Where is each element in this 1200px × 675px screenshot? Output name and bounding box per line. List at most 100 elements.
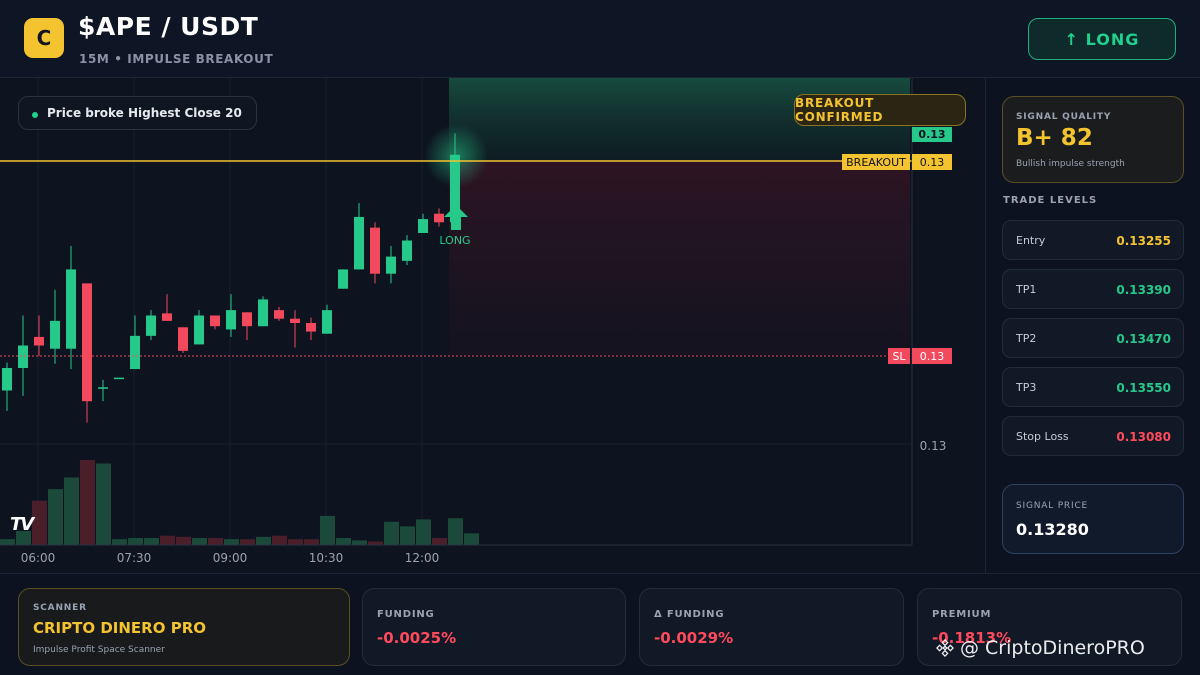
candle-body	[98, 387, 108, 389]
premium-label: PREMIUM	[932, 609, 992, 620]
funding-card: FUNDING -0.0025%	[362, 588, 626, 666]
header-bar: C $APE / USDT 15M • IMPULSE BREAKOUT ↑ L…	[0, 0, 1200, 78]
volume-bar	[128, 538, 143, 545]
sl-tag-text: SL	[892, 350, 906, 363]
bottom-stats-bar: SCANNER CRIPTO DINERO PRO Impulse Profit…	[0, 573, 1200, 675]
volume-bar	[208, 538, 223, 545]
candle-body	[178, 327, 188, 351]
candle-body	[34, 336, 44, 346]
candle-body	[18, 345, 28, 368]
candle-body	[322, 310, 332, 334]
candle-body	[434, 213, 444, 223]
level-value: 0.13255	[1116, 234, 1171, 248]
scanner-card: SCANNER CRIPTO DINERO PRO Impulse Profit…	[18, 588, 350, 666]
volume-bar	[288, 539, 303, 545]
time-tick-label: 07:30	[117, 551, 152, 565]
candle-body	[274, 310, 284, 319]
candle-body	[418, 219, 428, 233]
level-name: TP2	[1016, 332, 1037, 345]
volume-bar	[32, 500, 47, 545]
candle-body	[66, 269, 76, 349]
watermark: @ CriptoDineroPRO	[936, 637, 1145, 659]
volume-bars	[0, 460, 479, 545]
candle-body	[258, 299, 268, 327]
candle-body	[354, 216, 364, 270]
volume-bar	[352, 540, 367, 545]
volume-bar	[368, 541, 383, 545]
level-value: 0.13080	[1116, 430, 1171, 444]
tradingview-logo-icon: TV	[10, 514, 34, 535]
candlestick-chart[interactable]: LONG 0.13 BREAKOUT 0.13 SL 0.13 0.13 06:…	[0, 78, 986, 573]
scanner-name: CRIPTO DINERO PRO	[33, 619, 206, 637]
candle-body	[338, 269, 348, 289]
level-row-tp2[interactable]: TP2 0.13470	[1002, 318, 1184, 358]
level-value: 0.13470	[1116, 332, 1171, 346]
long-marker-label: LONG	[439, 234, 470, 247]
signal-quality-card: SIGNAL QUALITY B+ 82 Bullish impulse str…	[1002, 96, 1184, 183]
volume-bar	[112, 539, 127, 545]
sl-price-text: 0.13	[920, 350, 945, 363]
signal-price-card: SIGNAL PRICE 0.13280	[1002, 484, 1184, 554]
level-row-stop-loss[interactable]: Stop Loss 0.13080	[1002, 416, 1184, 456]
time-tick-label: 12:00	[405, 551, 440, 565]
risk-zone	[449, 161, 910, 356]
volume-bar	[384, 521, 399, 545]
pair-subtitle: 15M • IMPULSE BREAKOUT	[79, 52, 274, 66]
breakout-tag-text: BREAKOUT	[846, 156, 906, 169]
signal-quality-grade: B+ 82	[1016, 125, 1093, 151]
volume-bar	[400, 526, 415, 545]
time-tick-label: 10:30	[309, 551, 344, 565]
candle-body	[82, 283, 92, 402]
candle-body	[162, 313, 172, 321]
volume-bar	[224, 539, 239, 545]
scanner-label: SCANNER	[33, 603, 87, 613]
volume-bar	[320, 515, 335, 545]
volume-bar	[336, 538, 351, 545]
level-row-entry[interactable]: Entry 0.13255	[1002, 220, 1184, 260]
volume-bar	[464, 533, 479, 545]
pair-title: $APE / USDT	[78, 12, 259, 41]
long-button[interactable]: ↑ LONG	[1028, 18, 1176, 60]
brand-logo-icon: C	[24, 18, 64, 58]
volume-bar	[0, 539, 15, 545]
level-name: Entry	[1016, 234, 1046, 247]
volume-bar	[240, 539, 255, 545]
volume-bar	[64, 477, 79, 545]
candle-body	[194, 315, 204, 345]
candle-body	[290, 318, 300, 323]
volume-bar	[432, 538, 447, 545]
watermark-text: @ CriptoDineroPRO	[960, 637, 1145, 659]
candle-body	[306, 323, 316, 332]
funding-label: FUNDING	[377, 609, 435, 620]
price-chart[interactable]: LONG 0.13 BREAKOUT 0.13 SL 0.13 0.13 06:…	[0, 78, 986, 573]
candle-body	[386, 256, 396, 274]
level-value: 0.13550	[1116, 381, 1171, 395]
pill-text: Price broke Highest Close 20	[47, 106, 242, 120]
candle-body	[242, 312, 252, 327]
candles	[2, 133, 460, 423]
level-row-tp3[interactable]: TP3 0.13550	[1002, 367, 1184, 407]
signal-quality-desc: Bullish impulse strength	[1016, 159, 1125, 169]
delta-funding-value: -0.0029%	[654, 629, 734, 647]
volume-bar	[448, 518, 463, 545]
funding-value: -0.0025%	[377, 629, 457, 647]
level-row-tp1[interactable]: TP1 0.13390	[1002, 269, 1184, 309]
breakout-info-pill: Price broke Highest Close 20	[18, 96, 257, 130]
time-axis: 06:00 07:30 09:00 10:30 12:00	[21, 551, 440, 565]
breakout-confirmed-badge: BREAKOUT CONFIRMED	[794, 94, 966, 126]
volume-bar	[256, 536, 271, 545]
level-name: TP3	[1016, 381, 1037, 394]
volume-bar	[80, 460, 95, 545]
delta-funding-card: Δ FUNDING -0.0029%	[639, 588, 904, 666]
time-tick-label: 06:00	[21, 551, 56, 565]
binance-logo-icon	[936, 639, 954, 657]
scanner-desc: Impulse Profit Space Scanner	[33, 645, 165, 655]
volume-bar	[48, 489, 63, 545]
level-name: Stop Loss	[1016, 430, 1069, 443]
delta-funding-label: Δ FUNDING	[654, 609, 725, 620]
candle-body	[114, 377, 124, 380]
signal-quality-label: SIGNAL QUALITY	[1016, 112, 1112, 122]
volume-bar	[304, 539, 319, 545]
level-name: TP1	[1016, 283, 1037, 296]
candle-body	[402, 240, 412, 261]
